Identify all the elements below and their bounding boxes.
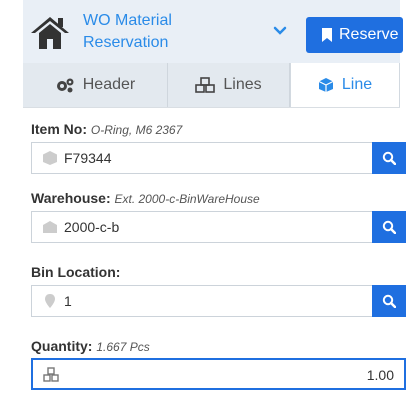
quantity-label-text: Quantity: [31, 338, 93, 354]
warehouse-field[interactable]: 2000-c-b [31, 211, 406, 243]
cubes-icon [195, 77, 216, 93]
bin-field[interactable]: 1 [31, 285, 406, 317]
item-label-text: Item No: [31, 121, 87, 137]
search-icon [382, 220, 396, 234]
search-icon [382, 151, 396, 165]
item-label: Item No: O-Ring, M6 2367 [31, 121, 182, 137]
home-button[interactable] [27, 13, 73, 53]
cube-icon [318, 78, 334, 92]
quantity-label: Quantity: 1.667 Pcs [31, 338, 150, 354]
bin-label: Bin Location: [31, 264, 120, 280]
bookmark-icon [322, 28, 332, 42]
home-icon [31, 17, 69, 49]
tab-lines[interactable]: Lines [168, 63, 290, 107]
chevron-down-icon[interactable] [273, 24, 287, 38]
reserve-button-label: Reserve [339, 26, 399, 43]
app-window: WO Material Reservation Reserve Header L… [23, 0, 406, 402]
cube-icon [43, 151, 57, 165]
quantity-field[interactable]: 1.00 [31, 358, 406, 390]
search-icon [382, 294, 396, 308]
quantity-value: 1.00 [366, 367, 394, 383]
warehouse-label-text: Warehouse: [31, 190, 111, 206]
item-field[interactable]: F79344 [31, 142, 406, 174]
warehouse-detail: Ext. 2000-c-BinWareHouse [114, 192, 260, 206]
warehouse-search-button[interactable] [372, 211, 406, 243]
tab-header[interactable]: Header [23, 63, 168, 107]
top-bar: WO Material Reservation Reserve [23, 0, 403, 63]
tab-line[interactable]: Line [290, 63, 400, 107]
quantity-detail: 1.667 Pcs [96, 340, 150, 354]
gears-icon [56, 78, 74, 93]
page-title: WO Material Reservation [83, 10, 263, 56]
tab-bar: Header Lines Line [23, 63, 400, 108]
warehouse-value: 2000-c-b [64, 219, 120, 235]
warehouse-label: Warehouse: Ext. 2000-c-BinWareHouse [31, 190, 260, 206]
bin-search-button[interactable] [372, 285, 406, 317]
tab-header-label: Header [82, 76, 136, 93]
warehouse-icon [43, 221, 57, 233]
reserve-button[interactable]: Reserve [306, 17, 403, 53]
cubes-icon [43, 367, 59, 382]
tab-line-label: Line [341, 76, 373, 93]
item-search-button[interactable] [372, 142, 406, 174]
bin-value: 1 [64, 293, 72, 309]
page-title-line1: WO Material [83, 12, 172, 29]
item-value: F79344 [64, 150, 112, 166]
tab-lines-label: Lines [223, 76, 262, 93]
page-title-line2: Reservation [83, 34, 169, 51]
item-detail: O-Ring, M6 2367 [90, 123, 183, 137]
bin-label-text: Bin Location: [31, 264, 121, 280]
map-marker-icon [45, 294, 55, 308]
line-form: Item No: O-Ring, M6 2367 F79344 Warehous… [23, 108, 406, 402]
